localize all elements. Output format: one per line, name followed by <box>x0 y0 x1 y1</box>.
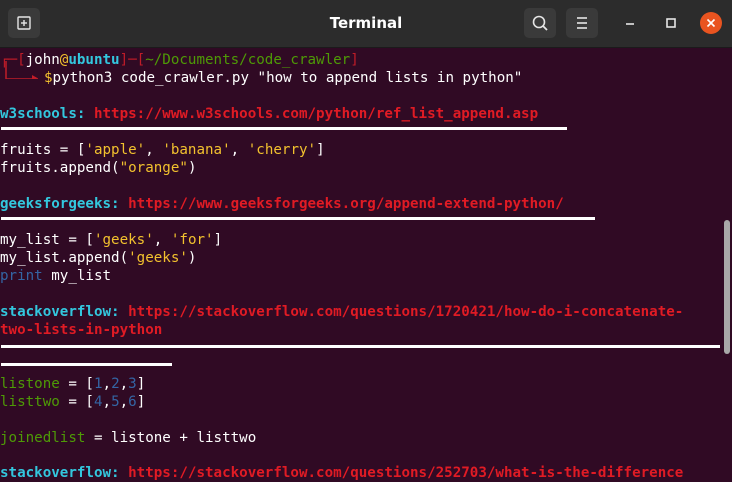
prompt-separator: ]─[ <box>119 52 146 68</box>
command-line: $python3 code_crawler.py "how to append … <box>44 69 522 87</box>
maximize-icon <box>666 18 676 28</box>
site-name: stackoverflow: <box>0 304 120 320</box>
prompt-line: ┌─[john@ubuntu]─[~/Documents/code_crawle… <box>0 51 359 69</box>
prompt-path: ~/Documents/code_crawler <box>145 52 351 68</box>
minimize-icon <box>626 23 634 25</box>
divider <box>1 363 172 366</box>
result-header-geeksforgeeks: geeksforgeeks: https://www.geeksforgeeks… <box>0 195 564 213</box>
code-line: fruits.append("orange") <box>0 160 197 176</box>
search-icon <box>532 15 548 31</box>
close-icon <box>706 18 716 28</box>
prompt-dollar: $ <box>44 70 53 86</box>
divider <box>1 127 567 130</box>
close-button[interactable] <box>700 12 722 34</box>
result-header-stackoverflow: stackoverflow: https://stackoverflow.com… <box>0 303 683 321</box>
code-line: joinedlist = listone + listtwo <box>0 430 257 446</box>
titlebar: Terminal <box>0 0 732 48</box>
result-header-stackoverflow: stackoverflow: https://stackoverflow.com… <box>0 464 683 482</box>
divider <box>1 345 720 348</box>
result-link[interactable]: two-lists-in-python <box>0 322 162 338</box>
maximize-button[interactable] <box>660 12 682 34</box>
menu-button[interactable] <box>566 8 598 38</box>
prompt-host: ubuntu <box>68 52 120 68</box>
scrollbar-thumb[interactable] <box>724 220 730 354</box>
result-link[interactable]: https://stackoverflow.com/questions/1720… <box>128 304 683 320</box>
prompt-corner-arrow-icon <box>5 61 38 79</box>
code-line: my_list = ['geeks', 'for'] <box>0 232 223 248</box>
search-button[interactable] <box>524 8 556 38</box>
code-line: my_list.append('geeks') <box>0 250 197 266</box>
terminal-output[interactable]: ┌─[john@ubuntu]─[~/Documents/code_crawle… <box>0 48 720 482</box>
result-link[interactable]: https://www.w3schools.com/python/ref_lis… <box>94 106 538 122</box>
site-name: w3schools: <box>0 106 86 122</box>
code-line: listone = [1,2,3] <box>0 376 146 392</box>
code-line: print my_list <box>0 268 112 284</box>
prompt-close-bracket: ] <box>350 52 359 68</box>
site-name: stackoverflow: <box>0 465 120 481</box>
result-link[interactable]: https://www.geeksforgeeks.org/append-ext… <box>128 196 564 212</box>
code-line: listtwo = [4,5,6] <box>0 394 146 410</box>
result-header-w3schools: w3schools: https://www.w3schools.com/pyt… <box>0 105 538 123</box>
result-link[interactable]: https://stackoverflow.com/questions/2527… <box>128 465 683 481</box>
code-line: fruits = ['apple', 'banana', 'cherry'] <box>0 142 325 158</box>
terminal-window: Terminal ┌─[john@ubuntu]─[~/Documents/co… <box>0 0 732 482</box>
divider <box>1 217 595 220</box>
command-text: python3 code_crawler.py "how to append l… <box>52 70 523 86</box>
hamburger-menu-icon <box>577 17 587 29</box>
site-name: geeksforgeeks: <box>0 196 120 212</box>
result-link-continuation: two-lists-in-python <box>0 321 162 339</box>
minimize-button[interactable] <box>619 12 641 34</box>
